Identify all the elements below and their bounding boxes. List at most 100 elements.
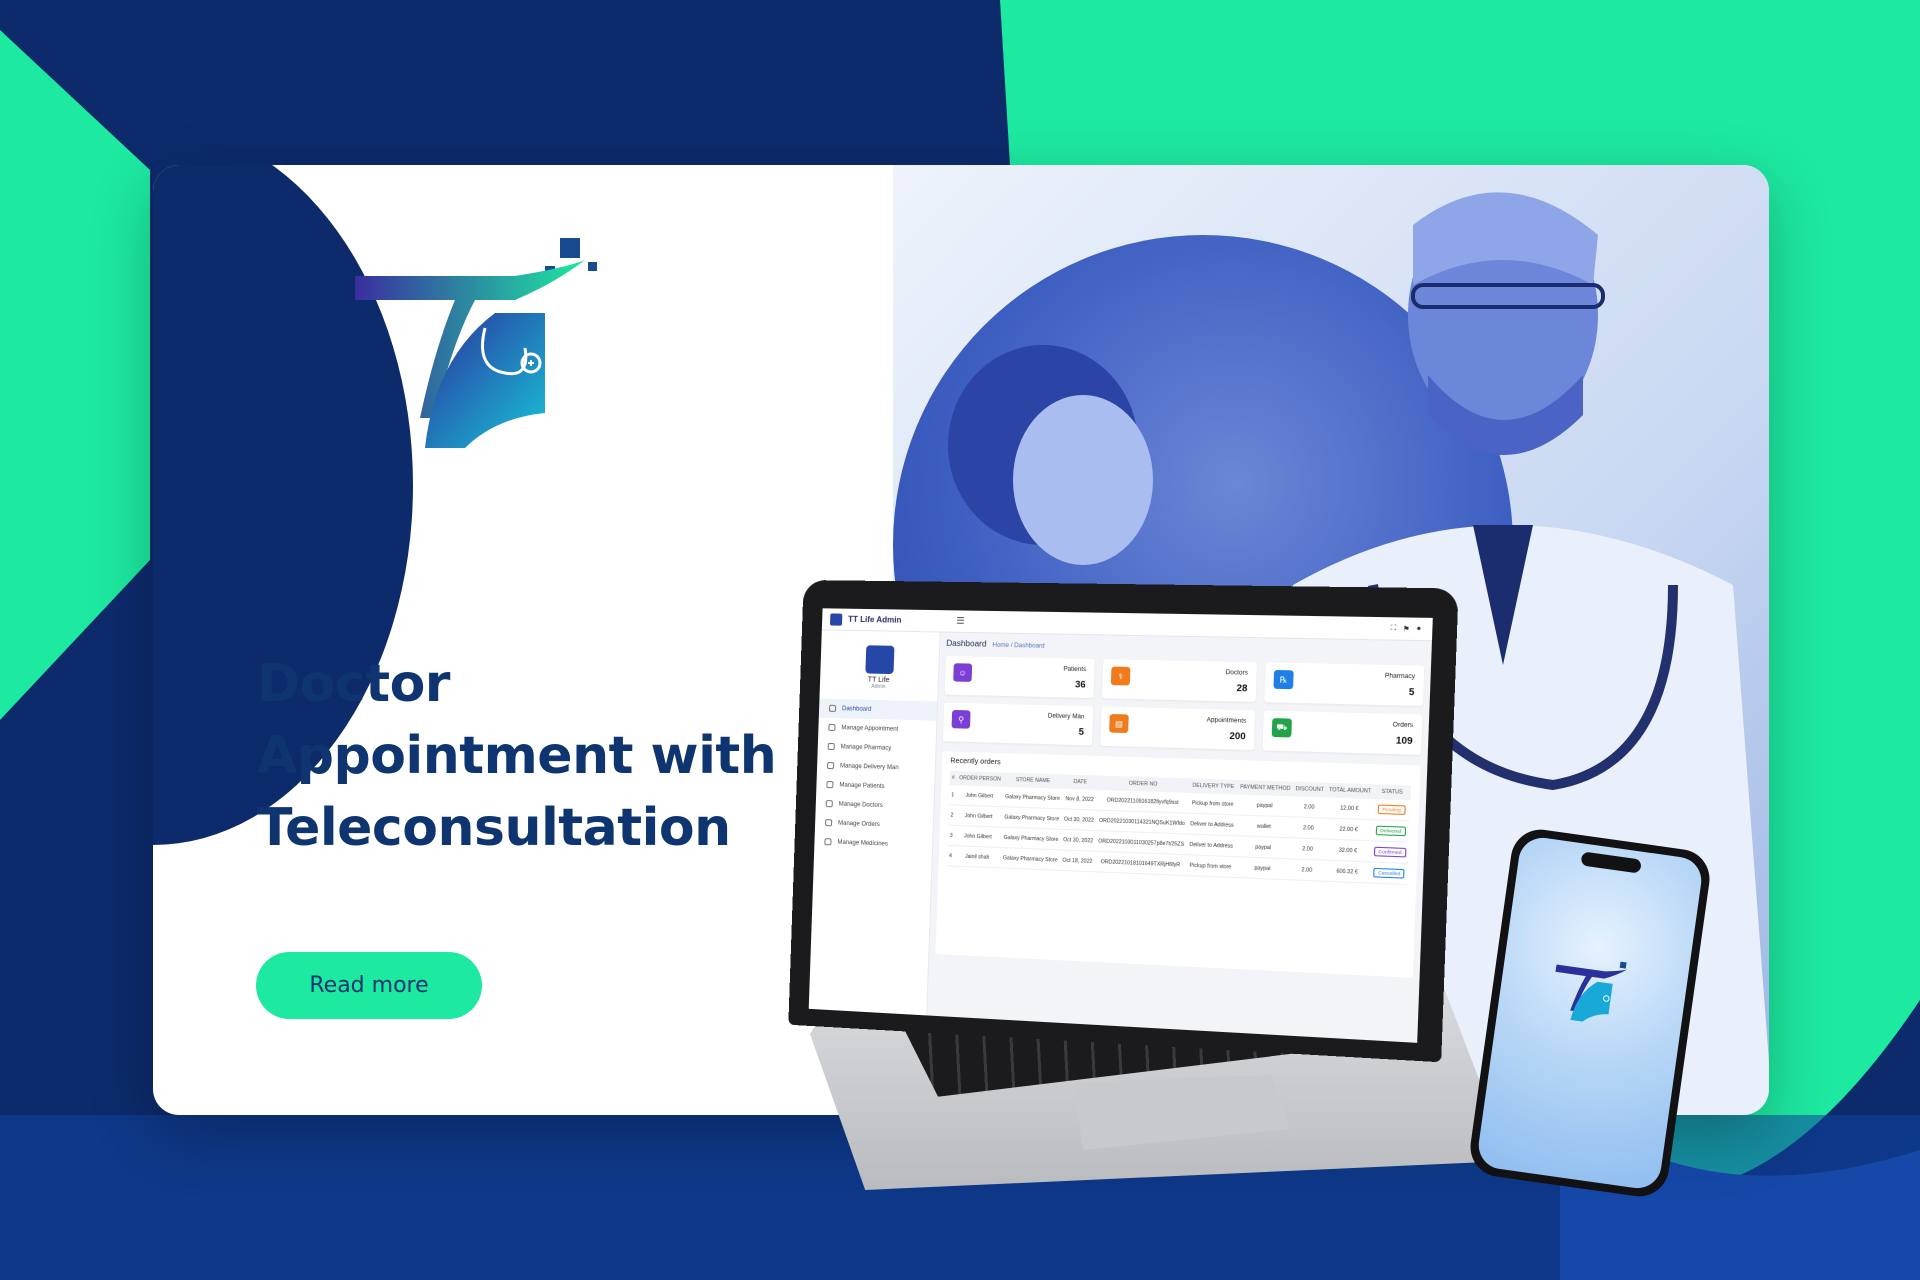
table-cell: Pickup from store	[1185, 854, 1236, 878]
sidebar-item-label: Manage Appointment	[841, 724, 899, 733]
headline-line-2: Appointment with	[257, 726, 777, 786]
flag-icon[interactable]: ⚑	[1403, 624, 1410, 633]
admin-sidebar: TT Life Admin Dashboard Manage Appointme…	[808, 630, 941, 1016]
admin-dashboard: TT Life Admin ☰ ⛶ ⚑ ● TT Life Admin Dash…	[808, 608, 1433, 1043]
stat-label: Pharmacy	[1384, 673, 1416, 681]
table-cell: Galaxy Pharmacy Store	[1002, 786, 1063, 809]
sidebar-item-label: Manage Pharmacy	[840, 743, 892, 752]
column-header[interactable]: ORDER PERSON	[956, 771, 1004, 787]
app-title: TT Life Admin	[847, 614, 902, 625]
table-cell: paypal	[1235, 835, 1292, 859]
admin-main: Dashboard Home / Dashboard ☺ Patients 36 ⚕…	[935, 639, 1425, 978]
breadcrumb-path[interactable]: Home / Dashboard	[992, 643, 1044, 650]
stat-card-doctors[interactable]: ⚕ Doctors 28	[1101, 659, 1258, 702]
stat-cards: ☺ Patients 36 ⚕ Doctors 28 ℞ Pharmacy 5 ⚲ Deliv…	[942, 655, 1425, 755]
status-cell: Pending	[1372, 799, 1411, 821]
table-cell: Oct 30, 2022	[1061, 808, 1097, 831]
table-cell: Pickup from store	[1188, 792, 1238, 815]
column-header[interactable]: DELIVERY TYPE	[1188, 778, 1238, 795]
home-icon	[828, 704, 837, 712]
table-cell: wallet	[1235, 814, 1293, 838]
table-cell: Deliver to Address	[1187, 813, 1237, 836]
status-badge: Confirmed	[1373, 846, 1407, 858]
table-cell: Oct 30, 2022	[1060, 829, 1096, 852]
bike-icon	[826, 761, 835, 770]
user-avatar[interactable]: ●	[1416, 625, 1421, 634]
stat-value: 109	[1395, 735, 1413, 747]
sidebar-item-label: Manage Patients	[839, 781, 885, 790]
stat-card-delivery[interactable]: ⚲ Delivery Man 5	[942, 702, 1094, 746]
stat-card-pharmacy[interactable]: ℞ Pharmacy 5	[1264, 662, 1425, 707]
table-cell: 22.00 €	[1324, 818, 1373, 841]
column-header[interactable]: DISCOUNT	[1292, 781, 1327, 798]
stat-card-orders[interactable]: ⛟ Orders 109	[1262, 710, 1423, 755]
headline: Doctor Appointment with Teleconsultation	[257, 648, 817, 864]
doctor-icon	[825, 800, 833, 808]
table-cell: paypal	[1234, 856, 1291, 880]
phone-notch	[1580, 851, 1642, 874]
table-cell: Galaxy Pharmacy Store	[1000, 847, 1061, 871]
column-header[interactable]: DATE	[1062, 774, 1098, 790]
stat-card-patients[interactable]: ☺ Patients 36	[944, 655, 1095, 699]
page-title: Dashboard	[946, 638, 987, 649]
app-logo-icon	[1555, 961, 1628, 1022]
avatar	[864, 645, 894, 675]
laptop-screen: TT Life Admin ☰ ⛶ ⚑ ● TT Life Admin Dash…	[788, 579, 1459, 1063]
read-more-button[interactable]: Read more	[256, 952, 482, 1019]
menu-icon[interactable]: ☰	[956, 615, 965, 626]
table-cell: 32.00 €	[1323, 839, 1372, 862]
headline-line-3: Teleconsultation	[257, 798, 731, 858]
table-cell: 600.32 €	[1323, 860, 1372, 884]
phone-screen	[1475, 834, 1705, 1192]
medicine-icon	[824, 838, 832, 846]
status-cell: Confirmed	[1371, 840, 1409, 864]
stat-value: 28	[1236, 682, 1248, 694]
table-cell: Galaxy Pharmacy Store	[1000, 827, 1062, 850]
app-logo-icon	[829, 612, 843, 626]
stat-label: Patients	[1063, 666, 1087, 674]
column-header[interactable]: TOTAL AMOUNT	[1326, 782, 1375, 800]
stat-value: 5	[1408, 686, 1415, 698]
headline-line-1: Doctor	[257, 654, 450, 714]
table-cell: 2.00	[1289, 858, 1324, 882]
column-header[interactable]: STATUS	[1373, 784, 1411, 801]
stat-label: Doctors	[1225, 669, 1249, 677]
bike-icon: ⚲	[951, 709, 971, 729]
patient-icon	[826, 780, 834, 789]
status-badge: Cancelled	[1373, 867, 1405, 879]
orders-table: # ORDER PERSON STORE NAME DATE ORDER NO DELIV…	[946, 770, 1411, 885]
sidebar-item-label: Manage Medicines	[837, 839, 889, 848]
table-cell: 2.00	[1292, 796, 1327, 819]
stat-value: 200	[1229, 730, 1246, 742]
stat-label: Orders	[1392, 722, 1414, 730]
table-cell: Oct 18, 2022	[1059, 849, 1096, 872]
recent-orders-panel: Recently orders # ORDER PERSON STORE NAME D…	[935, 751, 1421, 978]
table-cell: John Gilbert	[955, 785, 1003, 807]
stat-value: 36	[1074, 679, 1086, 690]
stat-value: 5	[1078, 726, 1085, 737]
stat-label: Appointments	[1206, 717, 1247, 725]
table-cell: Deliver to Address	[1186, 833, 1236, 857]
table-cell: 2.00	[1291, 816, 1326, 840]
stat-card-appointments[interactable]: ▤ Appointments 200	[1100, 706, 1256, 751]
pharmacy-icon: ℞	[1273, 669, 1294, 690]
breadcrumb: Dashboard Home / Dashboard	[946, 639, 1425, 657]
cart-icon: ⛟	[1271, 718, 1292, 738]
sidebar-item-medicines[interactable]: Manage Medicines	[814, 832, 932, 856]
patients-icon: ☺	[953, 663, 973, 682]
table-cell: John Gilbert	[955, 805, 1003, 828]
sidebar-item-label: Manage Doctors	[838, 800, 883, 809]
sidebar-item-label: Dashboard	[841, 705, 872, 713]
table-cell: paypal	[1236, 794, 1293, 817]
status-badge: Delivered	[1375, 825, 1406, 837]
table-cell: John Gilbert	[954, 825, 1002, 848]
status-cell: Delivered	[1371, 819, 1410, 843]
stat-label: Delivery Man	[1047, 713, 1085, 721]
table-cell: 12.00 €	[1325, 797, 1374, 820]
calendar-icon	[828, 723, 836, 732]
fullscreen-icon[interactable]: ⛶	[1390, 624, 1397, 633]
calendar-icon: ▤	[1109, 713, 1129, 734]
sidebar-item-label: Manage Delivery Man	[839, 762, 899, 771]
table-cell: Jainil shah	[953, 845, 1001, 868]
status-badge: Pending	[1377, 804, 1406, 815]
